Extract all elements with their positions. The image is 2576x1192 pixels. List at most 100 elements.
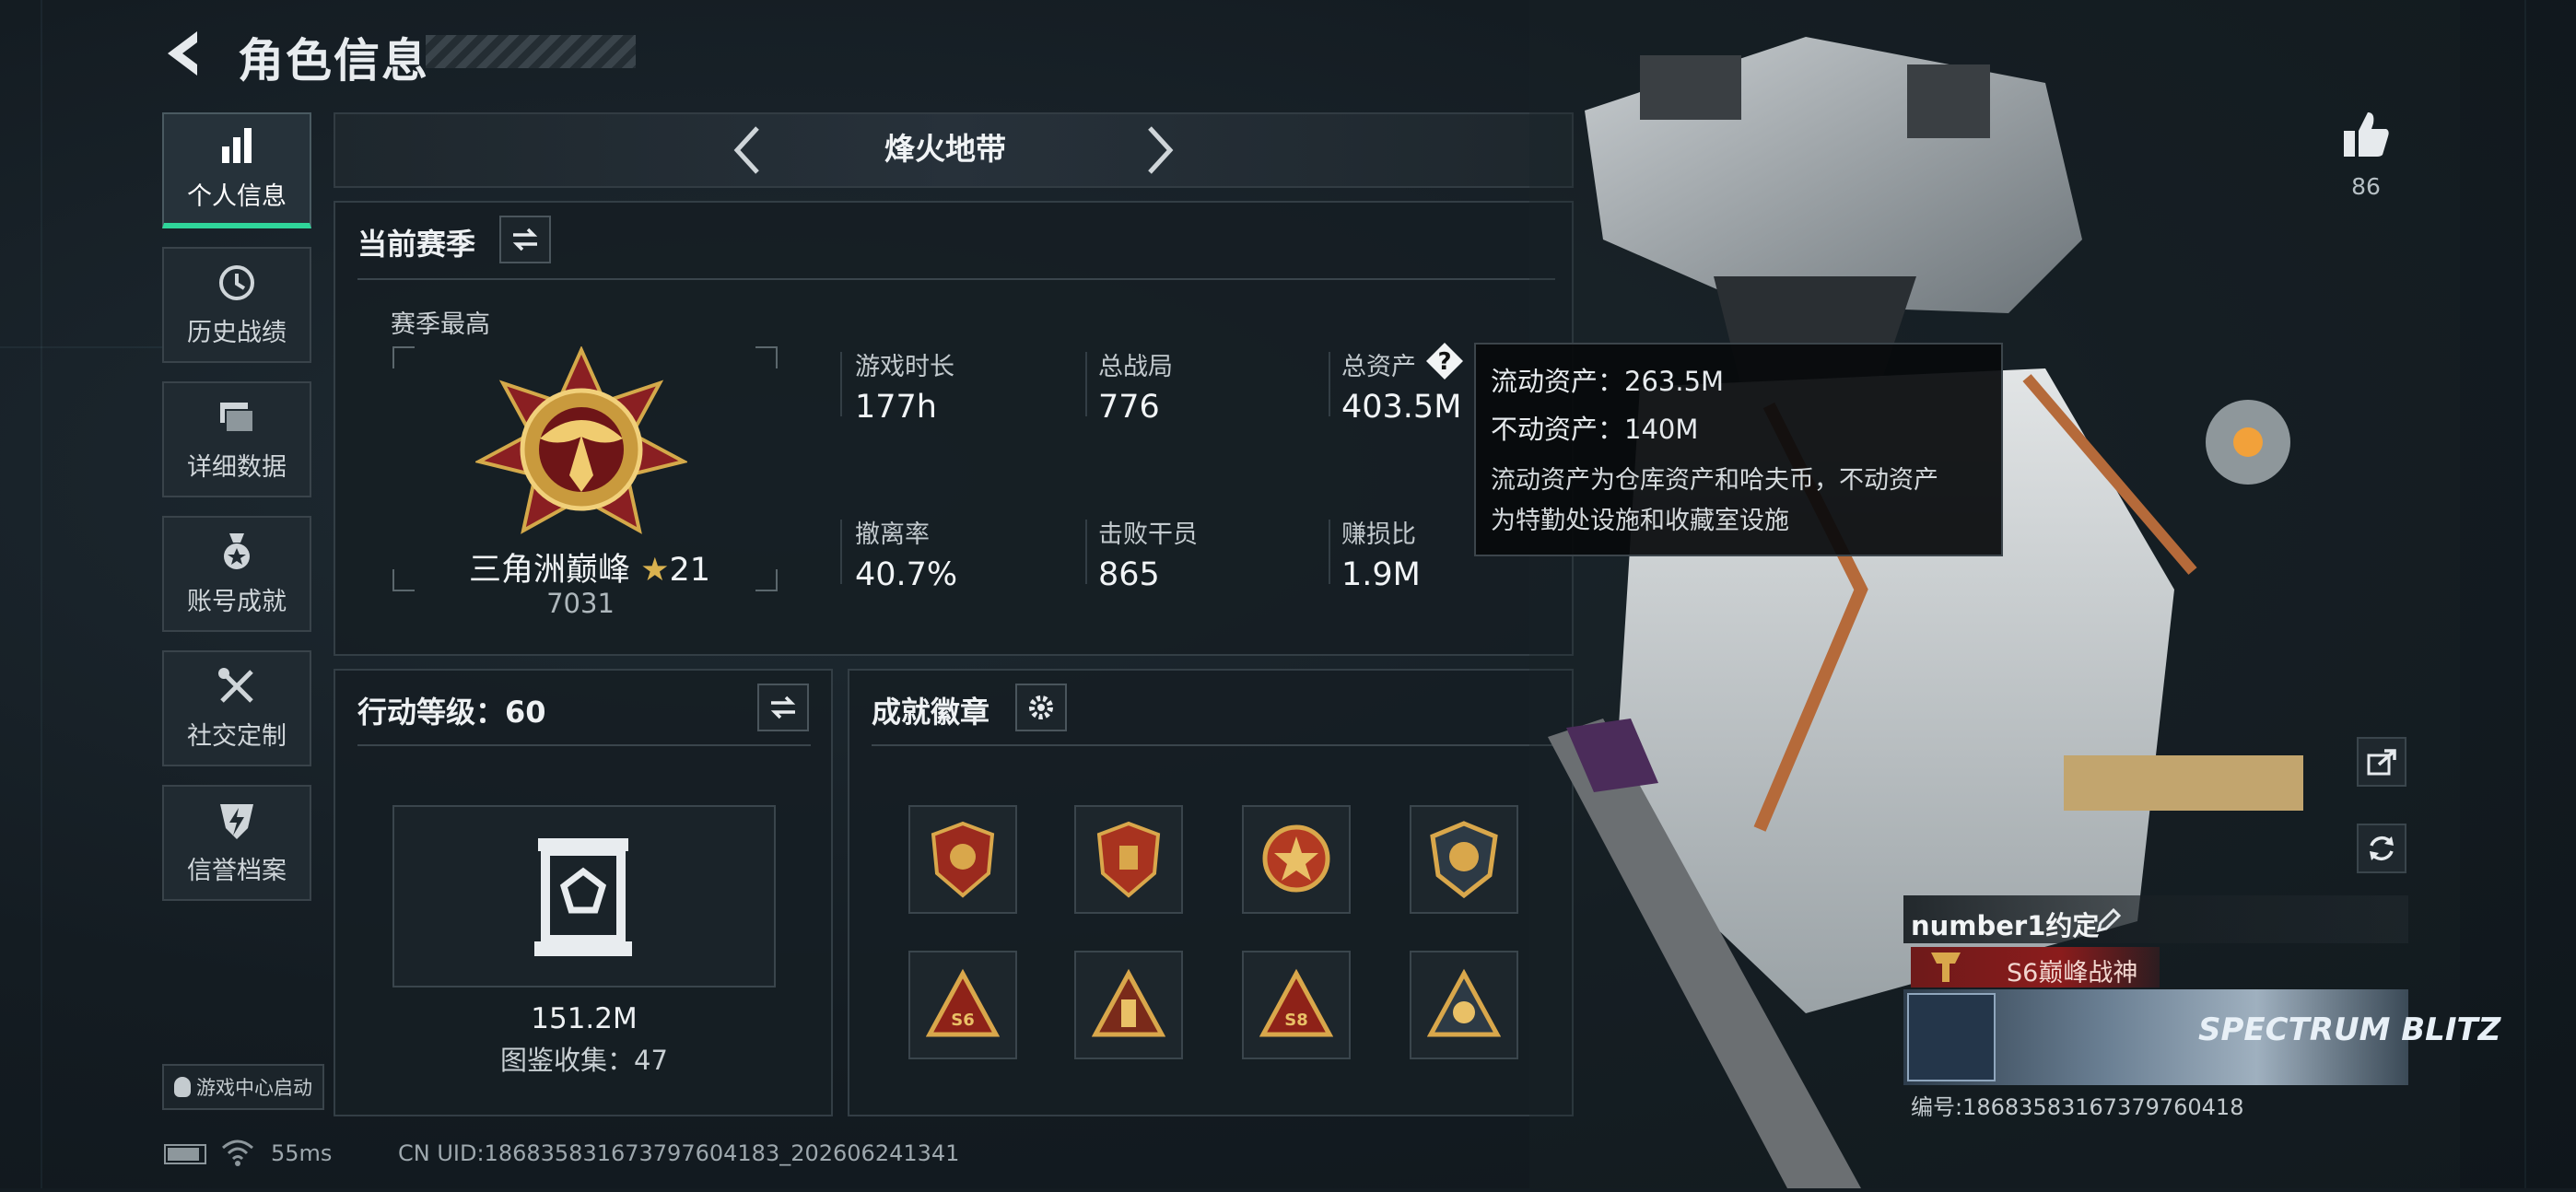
edit-name-button[interactable] — [2095, 906, 2123, 934]
collection-display-icon — [531, 835, 636, 958]
achievements-title: 成就徽章 — [872, 695, 990, 730]
star-icon: ★ — [640, 552, 670, 589]
mode-prev-button[interactable] — [730, 123, 767, 178]
collection-value: 151.2M — [531, 1002, 638, 1035]
chevron-left-icon — [733, 126, 759, 174]
share-button[interactable] — [2357, 737, 2406, 787]
tooltip-liquid-assets: 流动资产：263.5M — [1491, 366, 1725, 397]
like-button[interactable] — [2340, 109, 2392, 160]
chevron-right-icon — [1148, 126, 1174, 174]
achievement-badge[interactable] — [1410, 951, 1518, 1059]
title-decoration — [426, 35, 636, 68]
pencil-icon — [2096, 907, 2122, 933]
rank-name-row: 三角洲巅峰 ★21 — [461, 543, 719, 590]
gear-icon — [1029, 695, 1053, 719]
asset-tooltip: 流动资产：263.5M 不动资产：140M 流动资产为仓库资产和哈夫币，不动资产… — [1474, 343, 2003, 556]
nav-label: 个人信息 — [187, 181, 287, 211]
uid-text: CN UID:18683583167379760418​3_2026062413… — [398, 1140, 960, 1166]
achievement-badge[interactable] — [1242, 805, 1351, 914]
wifi-icon — [221, 1139, 254, 1166]
medal-star-icon — [224, 532, 250, 569]
like-count: 86 — [2351, 173, 2381, 200]
shield-red-badge-icon — [931, 821, 995, 898]
skull-shield-badge-icon — [1430, 821, 1498, 899]
rank-points: 7031 — [546, 588, 615, 619]
season-best-label: 赛季最高 — [391, 310, 490, 339]
tooltip-description-line: 为特勤处设施和收藏室设施 — [1491, 507, 1789, 535]
refresh-button[interactable] — [2357, 824, 2406, 873]
stat-divider — [1329, 352, 1330, 416]
mode-next-button[interactable] — [1141, 123, 1177, 178]
refresh-icon — [2370, 836, 2394, 861]
achievement-badge[interactable]: S8 — [1242, 951, 1351, 1059]
page-title: 角色信息 — [238, 34, 429, 88]
divider — [357, 278, 1555, 280]
tooltip-description: 流动资产为仓库资产和哈夫币，不动资产 为特勤处设施和收藏室设施 — [1491, 461, 1986, 542]
player-card[interactable]: number1约定 S6巅峰战神 SPECTRUM BLITZ 编号:18683… — [1903, 895, 2500, 1120]
stat-value-kills: 865 — [1098, 556, 1160, 593]
achievement-badge[interactable] — [1074, 805, 1183, 914]
action-level-title: 行动等级：60 — [357, 695, 546, 730]
action-level-swap-button[interactable] — [757, 684, 809, 731]
banner-card-text: SPECTRUM BLITZ — [2198, 1011, 2501, 1048]
skull-triangle-badge-icon — [1427, 968, 1501, 1037]
stat-divider — [1329, 520, 1330, 584]
tower-triangle-badge-icon — [1092, 968, 1165, 1037]
stat-divider — [1085, 352, 1087, 416]
nav-personal-info[interactable]: 个人信息 — [162, 112, 311, 228]
bar-chart-icon — [222, 127, 252, 163]
swap-arrows-icon — [512, 228, 538, 251]
stat-value-total-matches: 776 — [1098, 389, 1160, 426]
achievement-badge[interactable] — [1074, 951, 1183, 1059]
game-center-launch-button[interactable]: 游戏中心启动 — [162, 1064, 324, 1110]
hud-gridline — [0, 346, 162, 348]
rank-stars: 21 — [669, 552, 711, 589]
battery-icon — [164, 1144, 206, 1164]
svg-text:?: ? — [1437, 348, 1451, 376]
achievement-badge[interactable] — [908, 805, 1017, 914]
back-button[interactable] — [162, 28, 208, 79]
nav-history[interactable]: 历史战绩 — [162, 247, 311, 363]
nav-account-achievement[interactable]: 账号成就 — [162, 516, 311, 632]
achievements-settings-button[interactable] — [1015, 684, 1067, 731]
asset-help-button[interactable]: ? — [1424, 341, 1465, 381]
stat-label-kills: 击败干员 — [1098, 520, 1198, 549]
game-center-label: 游戏中心启动 — [196, 1077, 312, 1099]
stat-divider — [1085, 520, 1087, 584]
stat-value-total-assets: 403.5M — [1341, 389, 1462, 426]
divider — [357, 744, 811, 746]
question-diamond-icon: ? — [1426, 343, 1463, 380]
frame-corner — [755, 346, 778, 368]
tooltip-description-line: 流动资产为仓库资产和哈夫币，不动资产 — [1491, 466, 1938, 495]
nav-label: 账号成就 — [187, 587, 287, 616]
season-swap-button[interactable] — [499, 216, 551, 263]
svg-text:S6: S6 — [951, 1011, 975, 1030]
tooltip-fixed-assets: 不动资产：140M — [1491, 414, 1699, 445]
frame-corner — [392, 346, 415, 368]
folder-stack-icon — [220, 402, 254, 433]
player-id: 编号:18683583167379760418 — [1911, 1094, 2244, 1120]
nav-social-custom[interactable]: 社交定制 — [162, 650, 311, 766]
rank-medal-icon — [474, 345, 689, 534]
nav-label: 社交定制 — [187, 721, 287, 751]
nav-label: 详细数据 — [187, 452, 287, 482]
hud-gridline — [2524, 0, 2526, 1188]
frame-corner — [755, 569, 778, 591]
nav-detail-data[interactable]: 详细数据 — [162, 381, 311, 497]
qq-icon — [174, 1077, 191, 1097]
nav-label: 历史战绩 — [187, 318, 287, 347]
stat-label-playtime: 游戏时长 — [855, 353, 954, 381]
rank-emblem — [474, 345, 689, 549]
hud-gridline — [41, 0, 42, 1188]
shield-bolt-icon — [220, 803, 253, 839]
thumbs-up-icon — [2344, 112, 2389, 157]
share-icon — [2367, 749, 2396, 776]
nav-credit-file[interactable]: 信誉档案 — [162, 785, 311, 901]
achievement-badge[interactable]: S6 — [908, 951, 1017, 1059]
achievement-badge[interactable] — [1410, 805, 1518, 914]
player-banner-card: SPECTRUM BLITZ — [1903, 989, 2500, 1085]
divider — [872, 744, 1553, 746]
svg-text:S8: S8 — [1284, 1011, 1308, 1030]
stat-label-total-matches: 总战局 — [1098, 353, 1173, 381]
mode-label: 烽火地带 — [884, 131, 1006, 167]
